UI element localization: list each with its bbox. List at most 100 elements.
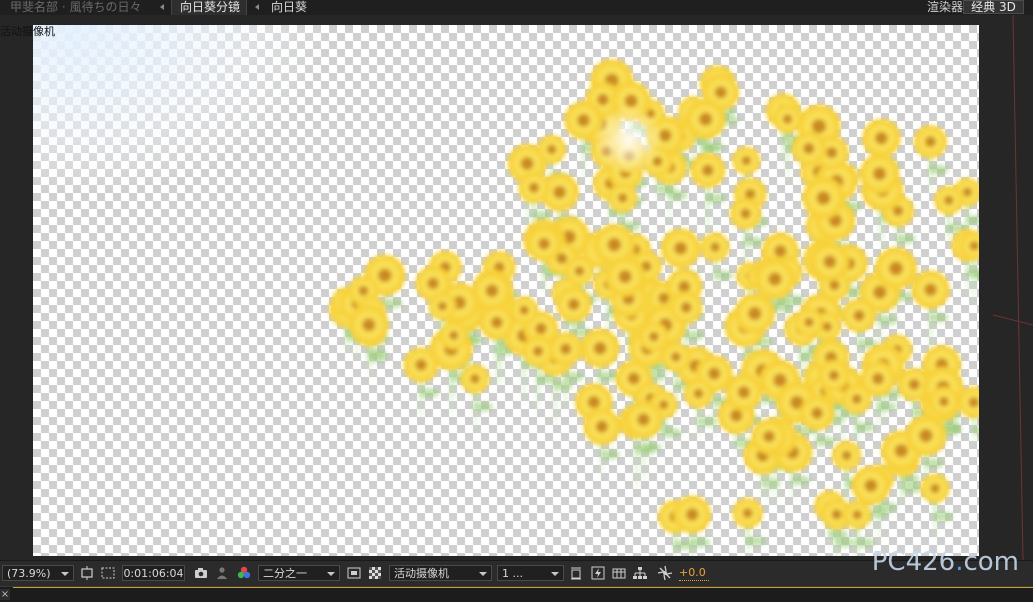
checkerboard-toggle-icon[interactable] (367, 565, 383, 581)
sunflower-head (842, 500, 872, 530)
breadcrumb-child[interactable]: 向日葵 (271, 0, 307, 15)
sunflower-head (639, 321, 669, 352)
sunflower-leaf (655, 184, 676, 195)
sunflower-leaf (599, 449, 620, 460)
current-time-display[interactable]: 0:01:06:04 (122, 565, 185, 581)
exposure-value[interactable]: +0.0 (679, 565, 709, 581)
sunflower-leaf (928, 164, 949, 175)
resolution-dropdown[interactable]: 二分之一 (258, 565, 340, 581)
sunflower-head (934, 185, 964, 215)
sunflower-leaf (713, 270, 734, 281)
sunflower-head (700, 232, 730, 262)
sunflower-head (725, 373, 763, 411)
sunflower-head (460, 364, 490, 394)
sunflower-leaf (854, 422, 875, 433)
sunflower-head (791, 131, 826, 166)
sunflower-head (851, 465, 891, 505)
region-of-interest-icon[interactable] (79, 565, 95, 581)
sunflower-leaf (901, 483, 922, 494)
watermark-number: 426 (905, 547, 956, 577)
sunflower-head (403, 347, 439, 383)
sunflower-head (683, 378, 714, 409)
sunflower-head (690, 152, 726, 189)
sunflower-head (794, 307, 824, 337)
sunflower-leaf (743, 236, 764, 247)
sunflower-head (754, 258, 796, 300)
sunflower-leaf (696, 416, 717, 427)
site-watermark: PC426.com (872, 547, 1019, 577)
composition-canvas[interactable] (33, 25, 979, 556)
sunflower-head (920, 473, 950, 504)
zoom-dropdown[interactable]: (73.9%) (2, 565, 74, 581)
sunflower-leaf (923, 458, 944, 469)
sunflower-head (580, 328, 620, 368)
sunflower-head (860, 360, 896, 397)
sunflower-leaf (933, 511, 954, 522)
zoom-value: (73.9%) (7, 567, 51, 580)
sunflower-head (583, 407, 621, 446)
sunflower-head (911, 270, 950, 309)
sunflower-leaf (875, 401, 896, 412)
sunflower-head (605, 256, 646, 297)
sunflower-head (773, 104, 803, 134)
sunflower-head (859, 153, 900, 194)
sunflower-head (928, 386, 959, 417)
sunflower-head (905, 414, 947, 457)
sunflower-leaf (382, 298, 403, 309)
sunflower-head (818, 359, 850, 392)
watermark-suffix: com (963, 547, 1019, 577)
sunflower-leaf (553, 380, 574, 391)
sunflower-head (439, 321, 468, 350)
close-panel-button[interactable]: × (0, 589, 10, 600)
transparency-grid-toggle-icon[interactable] (100, 565, 116, 581)
sunflower-leaf (745, 536, 766, 547)
sunflower-leaf (690, 537, 711, 548)
fast-previews-icon[interactable] (346, 565, 362, 581)
sunflower-head (810, 242, 850, 282)
sunflower-head (564, 256, 595, 286)
sunflower-leaf (661, 427, 682, 438)
watermark-prefix: PC (871, 547, 906, 577)
renderer-label: 渲染器: (926, 0, 967, 14)
fast-preview-lightning-icon[interactable] (590, 565, 606, 581)
sunflower-head (348, 304, 389, 345)
sunflower-head (607, 183, 638, 213)
sunflower-leaf (896, 233, 917, 244)
sunflower-head (428, 292, 457, 321)
sunflower-head (518, 171, 550, 204)
sunflower-head (729, 197, 762, 230)
timeline-toggle-icon[interactable] (611, 565, 627, 581)
sunflower-leaf (834, 537, 855, 548)
toggle-pixel-aspect-icon[interactable] (568, 565, 584, 581)
sunflower-leaf (641, 442, 662, 453)
sunflower-head (802, 176, 845, 220)
breadcrumb-active-comp[interactable]: 向日葵分镜 (171, 0, 247, 15)
sunflower-leaf (772, 301, 793, 312)
sunflower-head (862, 118, 901, 158)
show-snapshot-person-icon[interactable] (214, 565, 230, 581)
3d-view-value: 活动摄像机 (394, 567, 449, 580)
snapshot-camera-icon[interactable] (193, 565, 209, 581)
camera-frame-guide (993, 15, 1033, 560)
sunflower-head (522, 335, 554, 367)
sunflower-leaf (473, 401, 494, 412)
renderer-button[interactable]: 经典 3D (963, 0, 1024, 14)
sunflower-head (732, 146, 761, 175)
sunflower-leaf (928, 312, 949, 323)
sunflower-leaf (366, 347, 387, 358)
breadcrumb-parent[interactable]: 甲斐名部 · 風待ちの日々 (10, 0, 141, 15)
sunflower-head (732, 497, 763, 529)
exposure-reset-icon[interactable] (657, 565, 673, 581)
sunflower-leaf (563, 371, 584, 382)
sunflower-head (526, 225, 562, 262)
composition-viewer[interactable]: 活动摄像机 (0, 15, 1033, 560)
flowchart-icon[interactable] (632, 565, 648, 581)
breadcrumb-arrow-icon (160, 4, 164, 10)
view-layout-dropdown[interactable]: 1 ... (497, 565, 564, 581)
sunflower-head (913, 125, 948, 159)
3d-view-dropdown[interactable]: 活动摄像机 (389, 565, 492, 581)
sunflower-head (555, 286, 592, 323)
sunflower-head (842, 298, 877, 333)
sunflower-head (479, 304, 515, 341)
color-channels-icon[interactable] (236, 565, 252, 581)
